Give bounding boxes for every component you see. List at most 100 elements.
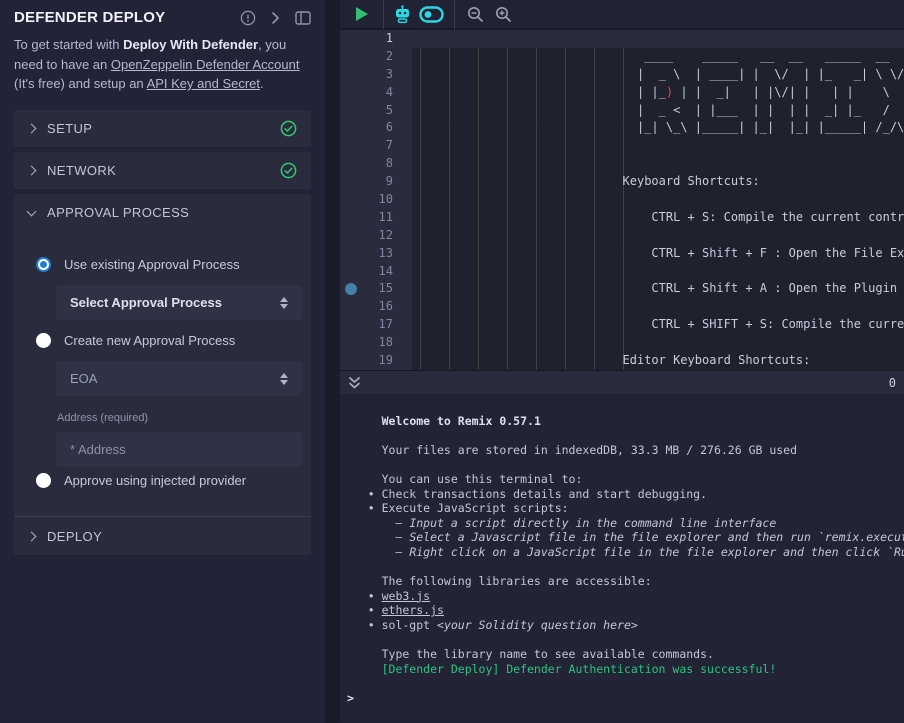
- terminal-line: • web3.js: [347, 589, 904, 604]
- section-approval-card: APPROVAL PROCESS Use existing Approval P…: [14, 194, 311, 555]
- defender-deploy-panel: DEFENDER DEPLOY To get started with Depl…: [0, 0, 325, 723]
- address-input[interactable]: [56, 432, 302, 467]
- run-script-icon[interactable]: [355, 6, 370, 22]
- line-number[interactable]: 16: [340, 298, 412, 316]
- select-arrows-icon: [280, 373, 288, 385]
- terminal-line: The following libraries are accessible:: [347, 574, 904, 589]
- terminal-line: – Right click on a JavaScript file in th…: [347, 545, 904, 560]
- breakpoint-dot-icon[interactable]: [345, 283, 357, 295]
- terminal-line: – Input a script directly in the command…: [347, 516, 904, 531]
- terminal-line: • sol-gpt <your Solidity question here>: [347, 618, 904, 633]
- line-number[interactable]: 18: [340, 334, 412, 352]
- panel-title: DEFENDER DEPLOY: [14, 9, 165, 26]
- editor-line[interactable]: 9 Keyboard Shortcuts:: [340, 173, 904, 191]
- line-number[interactable]: 4: [340, 84, 412, 102]
- editor-line[interactable]: 18: [340, 334, 904, 352]
- editor-line[interactable]: 13 CTRL + Shift + F : Open the File Expl…: [340, 245, 904, 263]
- line-number[interactable]: 1: [340, 30, 412, 48]
- line-number[interactable]: 3: [340, 66, 412, 84]
- defender-account-link[interactable]: OpenZeppelin Defender Account: [111, 57, 300, 72]
- accordion: SETUP NETWORK APPROVAL PROCESS Use exist…: [14, 110, 311, 555]
- terminal-line: [347, 676, 904, 691]
- terminal-lines: Welcome to Remix 0.57.1 Your files are s…: [347, 399, 904, 691]
- split-panel-icon[interactable]: [295, 11, 311, 25]
- terminal-line: • Check transactions details and start d…: [347, 487, 904, 502]
- check-circle-icon: [280, 162, 297, 179]
- terminal-link[interactable]: ethers.js: [382, 603, 444, 617]
- line-number[interactable]: 6: [340, 119, 412, 137]
- terminal-prompt[interactable]: >: [347, 691, 904, 706]
- radio-unchecked-icon[interactable]: [36, 473, 51, 488]
- api-key-link[interactable]: API Key and Secret: [147, 76, 260, 91]
- ai-assistant-icon[interactable]: [393, 5, 412, 24]
- editor-line[interactable]: 19 Editor Keyboard Shortcuts:: [340, 352, 904, 370]
- terminal-line: [347, 428, 904, 443]
- terminal-line: – Select a Javascript file in the file e…: [347, 530, 904, 545]
- line-number[interactable]: 7: [340, 137, 412, 155]
- section-deploy[interactable]: DEPLOY: [14, 517, 311, 555]
- section-network[interactable]: NETWORK: [14, 152, 311, 189]
- line-number[interactable]: 5: [340, 102, 412, 120]
- terminal-bar: 0: [340, 370, 904, 394]
- approval-form: Use existing Approval Process Select App…: [14, 231, 311, 516]
- line-number[interactable]: 15: [340, 280, 412, 298]
- address-label: Address (required): [57, 412, 148, 424]
- line-number[interactable]: 2: [340, 48, 412, 66]
- radio-checked-icon[interactable]: [36, 257, 51, 272]
- zoom-in-icon[interactable]: [495, 6, 512, 23]
- line-number[interactable]: 19: [340, 352, 412, 370]
- editor-line[interactable]: 15 CTRL + Shift + A : Open the Plugin Ma…: [340, 280, 904, 298]
- editor-line[interactable]: 5 | _ < | |___ | | | | _| |_ / \: [340, 102, 904, 120]
- chevron-right-icon: [27, 166, 37, 176]
- line-number[interactable]: 11: [340, 209, 412, 227]
- terminal-line: • ethers.js: [347, 603, 904, 618]
- radio-unchecked-icon[interactable]: [36, 333, 51, 348]
- section-approval-process[interactable]: APPROVAL PROCESS: [14, 194, 311, 231]
- editor-column: 12 ____ _____ __ __ _____ __ __3 | _ \ |…: [340, 0, 904, 723]
- editor-line[interactable]: 1: [340, 30, 904, 48]
- terminal-line: [Defender Deploy] Defender Authenticatio…: [347, 662, 904, 677]
- editor-line[interactable]: 8: [340, 155, 904, 173]
- editor-line[interactable]: 12: [340, 227, 904, 245]
- terminal-output[interactable]: Welcome to Remix 0.57.1 Your files are s…: [340, 394, 904, 722]
- double-chevron-down-icon[interactable]: [348, 376, 361, 390]
- terminal-link[interactable]: web3.js: [382, 589, 430, 603]
- editor-line[interactable]: 14: [340, 263, 904, 281]
- alert-circle-icon[interactable]: [240, 10, 256, 26]
- terminal-line: Your files are stored in indexedDB, 33.3…: [347, 443, 904, 458]
- panel-header: DEFENDER DEPLOY: [0, 0, 325, 26]
- radio-create-new[interactable]: Create new Approval Process: [36, 333, 235, 348]
- editor-line[interactable]: 7: [340, 137, 904, 155]
- approval-type-select[interactable]: EOA: [56, 361, 302, 396]
- toggle-on-icon[interactable]: [419, 6, 444, 23]
- radio-use-existing[interactable]: Use existing Approval Process: [36, 257, 240, 272]
- editor-line[interactable]: 3 | _ \ | ____| | \/ | |_ _| \ \/ /: [340, 66, 904, 84]
- editor-line[interactable]: 6 |_| \_\ |_____| |_| |_| |_____| /_/\_\: [340, 119, 904, 137]
- zoom-out-icon[interactable]: [467, 6, 484, 23]
- line-number[interactable]: 14: [340, 263, 412, 281]
- code-editor[interactable]: 12 ____ _____ __ __ _____ __ __3 | _ \ |…: [340, 30, 904, 370]
- chevron-right-icon[interactable]: [271, 11, 280, 25]
- listen-count-badge: 0: [889, 376, 896, 390]
- line-number[interactable]: 10: [340, 191, 412, 209]
- approval-process-select[interactable]: Select Approval Process: [56, 285, 302, 320]
- line-number[interactable]: 9: [340, 173, 412, 191]
- editor-line[interactable]: 16: [340, 298, 904, 316]
- section-setup[interactable]: SETUP: [14, 110, 311, 147]
- chevron-down-icon: [27, 206, 37, 216]
- editor-line[interactable]: 4 | |_) | | _| | |\/| | | | \ /: [340, 84, 904, 102]
- line-number[interactable]: 8: [340, 155, 412, 173]
- terminal-line: Type the library name to see available c…: [347, 647, 904, 662]
- editor-line[interactable]: 2 ____ _____ __ __ _____ __ __: [340, 48, 904, 66]
- toolbar-separator: [454, 0, 455, 29]
- terminal-line: Welcome to Remix 0.57.1: [347, 414, 904, 429]
- line-number[interactable]: 17: [340, 316, 412, 334]
- radio-injected-provider[interactable]: Approve using injected provider: [36, 473, 246, 488]
- editor-line[interactable]: 10: [340, 191, 904, 209]
- terminal-line: [347, 399, 904, 414]
- editor-line[interactable]: 17 CTRL + SHIFT + S: Compile the current…: [340, 316, 904, 334]
- line-number[interactable]: 13: [340, 245, 412, 263]
- line-number[interactable]: 12: [340, 227, 412, 245]
- intro-text: To get started with Deploy With Defender…: [14, 35, 311, 94]
- editor-line[interactable]: 11 CTRL + S: Compile the current contrac…: [340, 209, 904, 227]
